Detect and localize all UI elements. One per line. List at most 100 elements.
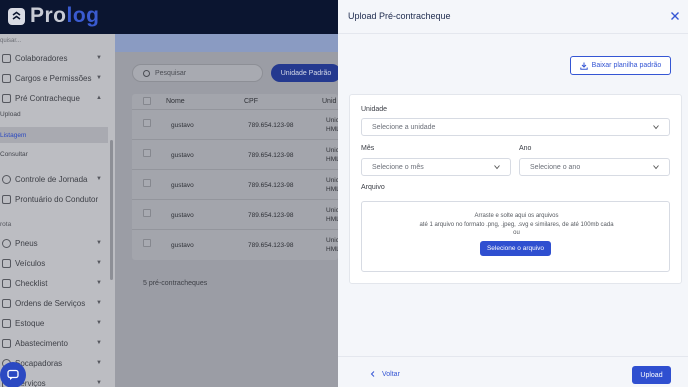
- clock-icon: [2, 174, 11, 184]
- chevron-up-icon: ▲: [96, 95, 102, 101]
- select-file-button[interactable]: Selecione o arquivo: [480, 241, 551, 256]
- row-checkbox[interactable]: [143, 149, 151, 157]
- sidebar-sub-upload[interactable]: Upload: [0, 111, 21, 118]
- sidebar-item-label: Veículos: [15, 258, 46, 268]
- chevron-down-icon: [494, 165, 500, 170]
- search-input[interactable]: Pesquisar: [132, 64, 263, 82]
- briefcase-icon: [2, 73, 11, 83]
- top-bar: [115, 0, 338, 34]
- row-checkbox[interactable]: [143, 119, 151, 127]
- sidebar-item-label: Checklist: [15, 278, 48, 288]
- sidebar-search-hint[interactable]: quisar...: [0, 38, 21, 44]
- chevron-down-icon: ▼: [96, 75, 102, 81]
- search-placeholder: Pesquisar: [155, 69, 187, 77]
- sidebar-item-checklist[interactable]: Checklist ▼: [0, 275, 108, 291]
- upload-panel: Upload Pré-contracheque Baixar planilha …: [338, 0, 688, 387]
- chevron-down-icon: ▼: [96, 260, 102, 266]
- logo-icon: [8, 7, 25, 25]
- unidade-select[interactable]: Selecione a unidade: [361, 118, 670, 136]
- unit-button[interactable]: Unidade Padrão: [271, 64, 341, 82]
- table-row[interactable]: [132, 169, 338, 199]
- page-banner: [115, 34, 338, 52]
- back-button[interactable]: Voltar: [369, 370, 400, 378]
- panel-title: Upload Pré-contracheque: [348, 11, 451, 21]
- unidade-label: Unidade: [361, 106, 388, 113]
- chevron-down-icon: [653, 125, 659, 130]
- row-checkbox[interactable]: [143, 179, 151, 187]
- dropzone-hint: até 1 arquivo no formato .png, .jpeg, .s…: [419, 222, 614, 228]
- checklist-icon: [2, 278, 11, 288]
- sidebar-item-ordens[interactable]: Ordens de Serviços ▼: [0, 295, 108, 311]
- tire-icon: [2, 238, 11, 248]
- panel-header: Upload Pré-contracheque: [338, 0, 688, 34]
- truck-icon: [2, 258, 11, 268]
- search-icon: [143, 69, 150, 77]
- ano-select[interactable]: Selecione o ano: [519, 158, 670, 176]
- sidebar-item-cargos[interactable]: Cargos e Permissões ▼: [0, 70, 108, 86]
- sidebar-sub-listagem[interactable]: Listagem: [0, 127, 108, 143]
- cell-cpf: 789.654.123-98: [248, 152, 294, 159]
- record-count: 5 pré-contracheques: [143, 280, 208, 287]
- sidebar-item-pneus[interactable]: Pneus ▼: [0, 235, 108, 251]
- row-checkbox[interactable]: [143, 239, 151, 247]
- table-row[interactable]: [132, 199, 338, 229]
- sidebar-item-label: Prontuário do Condutor: [15, 194, 99, 204]
- table-row[interactable]: [132, 109, 338, 139]
- sidebar-item-controle-jornada[interactable]: Controle de Jornada ▼: [0, 171, 108, 187]
- select-all-checkbox[interactable]: [143, 97, 151, 105]
- upload-button[interactable]: Upload: [632, 366, 671, 384]
- download-icon: [579, 62, 588, 70]
- sidebar-header: Prolog: [0, 0, 115, 34]
- fuel-icon: [2, 338, 11, 348]
- mes-label: Mês: [361, 145, 375, 152]
- table-row[interactable]: [132, 229, 338, 259]
- sidebar-item-veiculos[interactable]: Veículos ▼: [0, 255, 108, 271]
- cell-nome: gustavo: [171, 182, 194, 189]
- chevron-down-icon: ▼: [96, 360, 102, 366]
- logo[interactable]: Prolog: [8, 4, 100, 28]
- wrench-icon: [2, 298, 11, 308]
- cell-cpf: 789.654.123-98: [248, 242, 294, 249]
- chat-button[interactable]: [0, 362, 26, 387]
- unidade-placeholder: Selecione a unidade: [372, 123, 436, 131]
- cell-nome: gustavo: [171, 152, 194, 159]
- sidebar-item-label: Pneus: [15, 238, 38, 248]
- cell-nome: gustavo: [171, 122, 194, 129]
- chevron-down-icon: ▼: [96, 176, 102, 182]
- sidebar-item-estoque[interactable]: Estoque ▼: [0, 315, 108, 331]
- column-header-unidade[interactable]: Unid: [322, 98, 336, 105]
- file-dropzone[interactable]: Arraste e solte aqui os arquivos até 1 a…: [361, 201, 670, 272]
- box-icon: [2, 318, 11, 328]
- chevron-down-icon: ▼: [96, 300, 102, 306]
- chevron-down-icon: ▼: [96, 280, 102, 286]
- sidebar-item-label: Estoque: [15, 318, 45, 328]
- chevron-down-icon: ▼: [96, 380, 102, 386]
- cell-cpf: 789.654.123-98: [248, 212, 294, 219]
- download-template-button[interactable]: Baixar planilha padrão: [570, 56, 671, 75]
- chevron-down-icon: ▼: [96, 320, 102, 326]
- table-row[interactable]: [132, 139, 338, 169]
- cell-cpf: 789.654.123-98: [248, 182, 294, 189]
- chevron-down-icon: ▼: [96, 55, 102, 61]
- sidebar: Prolog quisar... Colaboradores ▼ Cargos …: [0, 0, 115, 387]
- mes-select[interactable]: Selecione o mês: [361, 158, 511, 176]
- sidebar-sub-consultar[interactable]: Consultar: [0, 151, 28, 158]
- sidebar-item-pre-contracheque[interactable]: Pré Contracheque ▲: [0, 90, 108, 106]
- sidebar-item-colaboradores[interactable]: Colaboradores ▼: [0, 50, 108, 66]
- sidebar-item-label: Ordens de Serviços: [15, 298, 86, 308]
- column-header-nome[interactable]: Nome: [166, 98, 185, 105]
- sidebar-item-label: Controle de Jornada: [15, 174, 88, 184]
- close-icon[interactable]: [670, 11, 680, 21]
- sidebar-item-abastecimento[interactable]: Abastecimento ▼: [0, 335, 108, 351]
- logo-text: Prolog: [30, 4, 100, 27]
- chevron-down-icon: ▼: [96, 240, 102, 246]
- ano-placeholder: Selecione o ano: [530, 163, 581, 171]
- column-header-cpf[interactable]: CPF: [244, 98, 258, 105]
- sidebar-item-prontuario[interactable]: Prontuário do Condutor: [0, 191, 108, 207]
- sidebar-section-frota: rota: [0, 221, 12, 228]
- download-template-label: Baixar planilha padrão: [591, 62, 662, 69]
- row-checkbox[interactable]: [143, 209, 151, 217]
- sidebar-scrollbar[interactable]: [110, 140, 113, 280]
- chevron-left-icon: [370, 371, 375, 377]
- document-icon: [2, 93, 11, 103]
